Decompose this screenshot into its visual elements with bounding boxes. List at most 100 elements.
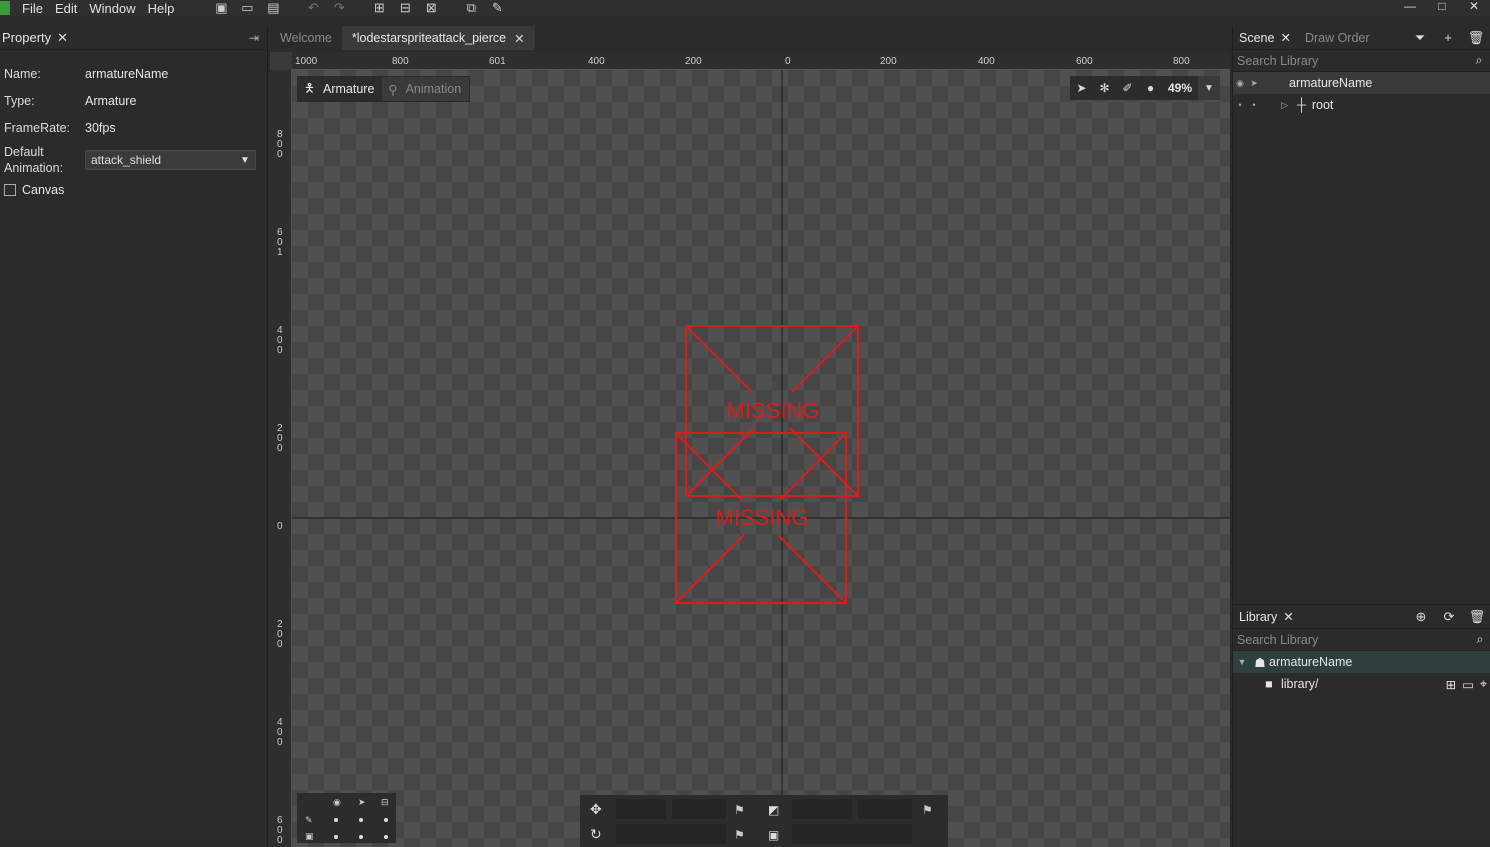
import-icon[interactable]: ⊞ <box>1446 677 1456 692</box>
flag-icon: ⚑ <box>734 803 745 817</box>
property-key: Type: <box>4 93 35 108</box>
ruler-label: 400 <box>978 56 995 67</box>
eye-icon: ◉ <box>333 798 341 808</box>
library-item-armature[interactable]: ▼ ☗ armatureName <box>1233 651 1490 673</box>
save-icon[interactable]: ▤ <box>262 0 284 15</box>
default-animation-select[interactable]: attack_shield ▼ <box>85 150 256 170</box>
eye-icon[interactable]: ◉ <box>1233 78 1247 89</box>
chevron-down-icon[interactable]: ▼ <box>1198 76 1220 100</box>
tab-label: Scene <box>1239 30 1275 45</box>
redo-icon[interactable]: ↷ <box>328 0 350 15</box>
default-animation-value: attack_shield <box>91 153 162 167</box>
dock-icon[interactable]: ⇥ <box>249 31 259 45</box>
edit-icon[interactable]: ✎ <box>486 0 508 15</box>
scene-panel: Scene ✕ Draw Order ⏷ + 🗑 Search Library … <box>1232 26 1490 847</box>
property-value[interactable]: 30fps <box>85 121 116 135</box>
library-item-label: library/ <box>1281 677 1319 691</box>
ruler-label: 400 <box>277 717 283 748</box>
tree-item-label: armatureName <box>1289 76 1373 90</box>
tree-item-root[interactable]: • • ▷ ┼ root <box>1233 94 1490 116</box>
maximize-icon[interactable]: □ <box>1426 0 1458 14</box>
tab-library[interactable]: Library ✕ <box>1239 609 1302 625</box>
ruler-label: 600 <box>277 815 283 846</box>
scene-search[interactable]: Search Library ⌕ <box>1233 50 1490 72</box>
canvas-label: Canvas <box>22 183 65 197</box>
select-cursor-icon[interactable]: ➤ <box>1070 81 1093 95</box>
export-icon[interactable]: ⊟ <box>394 0 416 15</box>
ruler-label: 800 <box>392 56 409 67</box>
zoom-level[interactable]: 49% <box>1162 81 1198 95</box>
scale-icon: ◩ <box>768 803 779 817</box>
locate-icon[interactable]: ⌖ <box>1480 677 1487 692</box>
close-icon[interactable]: ✕ <box>57 30 68 46</box>
dot-icon[interactable]: • <box>1233 100 1247 110</box>
search-input[interactable]: Search Library <box>1237 633 1318 647</box>
folder-tools: ⊞ ▭ ⌖ <box>1446 677 1490 692</box>
close-window-icon[interactable]: ✕ <box>1458 0 1490 14</box>
library-item-folder[interactable]: ■ library/ ⊞ ▭ ⌖ <box>1233 673 1490 695</box>
publish-icon[interactable]: ⊠ <box>420 0 442 15</box>
flag-icon: ⚑ <box>922 803 933 817</box>
armature-mode-button[interactable]: 🯅 Armature <box>298 77 383 101</box>
move-icon: ✥ <box>590 802 602 818</box>
undo-icon[interactable]: ↶ <box>302 0 324 15</box>
menu-edit[interactable]: Edit <box>49 1 83 16</box>
library-tabs: Library ✕ ⊕ ⟳ 🗑 <box>1233 605 1490 629</box>
add-asset-icon[interactable]: ⊕ <box>1411 609 1431 625</box>
tree-item-armature[interactable]: ◉ ➤ armatureName <box>1233 72 1490 94</box>
library-item-label: armatureName <box>1269 655 1353 669</box>
canvas-checkbox[interactable] <box>4 184 16 196</box>
armature-icon: ☗ <box>1254 655 1266 670</box>
property-panel: Property ✕ ⇥ Name: armatureName Type: Ar… <box>0 26 268 847</box>
minimize-icon[interactable]: — <box>1394 0 1426 14</box>
menu-file[interactable]: File <box>16 1 49 16</box>
tab-draw-order[interactable]: Draw Order <box>1305 31 1378 45</box>
menu-help[interactable]: Help <box>142 1 181 16</box>
animation-mode-button[interactable]: ⚲ Animation <box>382 77 470 101</box>
color-sphere-icon[interactable]: ● <box>1139 81 1162 95</box>
trash-icon[interactable]: 🗑 <box>1467 609 1487 625</box>
scene-tools: ⏷ + 🗑 <box>1410 30 1490 46</box>
search-icon[interactable]: ⌕ <box>1469 632 1490 647</box>
missing-label-1: MISSING <box>727 398 820 423</box>
default-animation-label-2: Animation: <box>4 161 64 175</box>
property-tab[interactable]: Property ✕ ⇥ <box>0 26 267 50</box>
open-folder-icon[interactable]: ▭ <box>236 0 258 15</box>
close-icon[interactable]: ✕ <box>1280 30 1290 45</box>
tab-welcome[interactable]: Welcome <box>270 26 342 50</box>
menu-window[interactable]: Window <box>83 1 141 16</box>
dot-icon[interactable]: • <box>1247 100 1261 110</box>
new-file-icon[interactable]: ▣ <box>210 0 232 15</box>
filter-icon[interactable]: ⏷ <box>1410 30 1430 46</box>
ruler-label: 800 <box>1173 56 1190 67</box>
trash-icon[interactable]: 🗑 <box>1466 30 1486 46</box>
expand-arrow-icon[interactable]: ▷ <box>1281 100 1295 111</box>
open-folder-icon[interactable]: ▭ <box>1462 677 1474 692</box>
property-value[interactable]: armatureName <box>85 67 168 81</box>
ruler-horizontal: 1000 800 601 400 200 0 200 400 600 800 <box>292 52 1230 70</box>
library-tools: ⊕ ⟳ 🗑 <box>1411 609 1490 625</box>
library-search[interactable]: Search Library ⌕ <box>1233 629 1490 651</box>
tab-scene[interactable]: Scene ✕ <box>1239 30 1299 46</box>
stage-drawing: MISSING MISSING <box>292 70 1230 847</box>
search-icon[interactable]: ⌕ <box>1468 53 1490 68</box>
close-icon[interactable]: ✕ <box>1283 609 1293 624</box>
add-icon[interactable]: + <box>1438 30 1458 46</box>
copy-icon[interactable]: ⧉ <box>460 0 482 15</box>
close-icon[interactable]: ✕ <box>514 31 524 46</box>
tab-label: Welcome <box>280 31 332 45</box>
scene-tabs: Scene ✕ Draw Order ⏷ + 🗑 <box>1233 26 1490 50</box>
refresh-icon[interactable]: ⟳ <box>1439 609 1459 625</box>
cursor-icon[interactable]: ➤ <box>1247 78 1261 89</box>
tab-label: *lodestarspriteattack_pierce <box>351 31 507 45</box>
expand-arrow-icon[interactable]: ▼ <box>1233 657 1251 667</box>
search-input[interactable]: Search Library <box>1237 54 1318 68</box>
import-icon[interactable]: ⊞ <box>368 0 390 15</box>
canvas-stage[interactable]: MISSING MISSING 🯅 Armature ⚲ Animation ➤… <box>292 70 1230 847</box>
mode-switcher: 🯅 Armature ⚲ Animation <box>297 76 471 102</box>
brush-icon[interactable]: ✐ <box>1116 81 1139 95</box>
bone-icon[interactable]: ✻ <box>1093 81 1116 95</box>
tab-document[interactable]: *lodestarspriteattack_pierce ✕ <box>341 26 535 50</box>
ruler-label: 200 <box>685 56 702 67</box>
chevron-down-icon: ▼ <box>240 154 250 166</box>
